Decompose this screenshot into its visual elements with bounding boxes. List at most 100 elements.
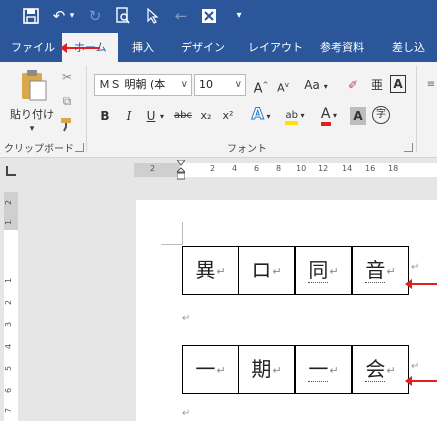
- ruler-tick: 5: [4, 365, 14, 372]
- ruler-tick: 14: [342, 164, 353, 173]
- group-separator: [416, 66, 417, 152]
- ribbon-home: 貼り付け ▾ ✂ ⧉ クリップボード ＭＳ 明朝 (本 ∨ 10 ∨ A^ Av…: [0, 62, 437, 158]
- margin-corner-mark: [161, 222, 183, 245]
- ruler-tick: 4: [232, 164, 238, 173]
- ruler-tick: 7: [4, 407, 14, 414]
- font-color-button[interactable]: A ▾: [316, 105, 342, 126]
- strikethrough-button[interactable]: abc: [172, 107, 194, 125]
- change-case-button[interactable]: Aa ▾: [300, 76, 332, 96]
- font-size-select[interactable]: 10 ∨: [194, 74, 246, 96]
- tab-design[interactable]: デザイン: [181, 33, 231, 62]
- table-cell[interactable]: 会↵: [352, 345, 409, 394]
- superscript-button[interactable]: x²: [220, 107, 236, 125]
- ruler-tick: 18: [388, 164, 399, 173]
- paste-dropdown-icon[interactable]: ▾: [26, 120, 38, 138]
- ruler-margin: [134, 163, 180, 177]
- cell-end-mark: ↵: [386, 364, 396, 377]
- excel-icon[interactable]: [200, 6, 218, 26]
- ruler-tick: 2: [150, 164, 156, 173]
- font-name-select[interactable]: ＭＳ 明朝 (本 ∨: [94, 74, 192, 96]
- undo-icon[interactable]: ↶: [50, 6, 68, 26]
- ruler-tick: 12: [318, 164, 329, 173]
- font-size-value: 10: [199, 78, 213, 91]
- shrink-font-button[interactable]: Av: [274, 76, 292, 98]
- shrink-font-label: A: [277, 81, 285, 95]
- cell-text: 音: [365, 258, 386, 283]
- row-end-mark: ↵: [411, 361, 420, 372]
- undo-dropdown-icon[interactable]: ▾: [68, 6, 76, 26]
- indent-marker-icon[interactable]: [175, 159, 187, 180]
- table-cell[interactable]: 一↵: [182, 345, 239, 394]
- table-cell[interactable]: 期↵: [238, 345, 295, 394]
- paragraph-icon[interactable]: ≡: [424, 76, 437, 94]
- ruler-tick: 8: [276, 164, 282, 173]
- copy-icon[interactable]: ⧉: [58, 92, 76, 110]
- ruler-tick: 10: [296, 164, 307, 173]
- table-cell[interactable]: ロ↵: [238, 246, 295, 295]
- chevron-down-icon: ∨: [180, 79, 188, 90]
- print-preview-icon[interactable]: [114, 6, 132, 26]
- clear-formatting-icon[interactable]: ✐: [344, 76, 362, 94]
- underline-button[interactable]: U: [144, 107, 158, 125]
- clipboard-dialog-launcher[interactable]: [75, 143, 84, 152]
- table-cell[interactable]: 一↵: [295, 345, 352, 394]
- change-case-label: Aa: [304, 78, 320, 92]
- redo-icon[interactable]: ↻: [86, 6, 104, 26]
- bold-button[interactable]: B: [98, 107, 112, 125]
- cell-end-mark: ↵: [272, 265, 282, 278]
- cell-text: 会: [365, 357, 386, 382]
- customize-icon[interactable]: ▾: [232, 6, 246, 26]
- cell-text: 一: [195, 357, 216, 381]
- group-separator: [86, 66, 87, 152]
- highlight-label: ab: [285, 110, 298, 125]
- cell-end-mark: ↵: [329, 364, 339, 377]
- ruler-tick: 4: [4, 343, 14, 350]
- tab-references[interactable]: 参考資料: [320, 33, 370, 62]
- subscript-button[interactable]: x₂: [198, 107, 214, 125]
- pointer-icon[interactable]: [144, 6, 162, 26]
- cut-icon[interactable]: ✂: [58, 68, 76, 86]
- grow-font-button[interactable]: A^: [252, 76, 270, 98]
- horizontal-ruler[interactable]: 2 2 4 6 8 10 12 14 16 18: [134, 159, 437, 180]
- cell-end-mark: ↵: [216, 265, 226, 278]
- cell-text: 異: [195, 258, 216, 282]
- font-dialog-launcher[interactable]: [404, 143, 413, 152]
- ruler-tick: 2: [4, 199, 14, 206]
- ruler-tick: 2: [4, 299, 14, 306]
- ruler-tick: 6: [4, 387, 14, 394]
- tab-selector-icon[interactable]: [6, 166, 16, 176]
- char-shading-button[interactable]: A: [350, 107, 366, 125]
- ruler-tick: 16: [365, 164, 376, 173]
- cell-end-mark: ↵: [272, 364, 282, 377]
- cell-end-mark: ↵: [216, 364, 226, 377]
- tab-file[interactable]: ファイル: [11, 33, 61, 62]
- clipboard-group-label: クリップボード: [4, 144, 74, 155]
- char-border-button[interactable]: A: [390, 75, 406, 93]
- cell-text: 同: [308, 258, 329, 283]
- italic-button[interactable]: I: [122, 107, 136, 125]
- phonetic-guide-icon[interactable]: 亜: [368, 76, 386, 94]
- table-cell[interactable]: 音↵: [352, 246, 409, 295]
- cell-text: ロ: [251, 258, 272, 282]
- tab-insert[interactable]: 挿入: [132, 33, 162, 62]
- annotation-arrow: [60, 43, 100, 53]
- tab-mailings[interactable]: 差し込: [392, 33, 437, 62]
- annotation-arrow: [405, 376, 437, 386]
- format-painter-icon[interactable]: [58, 116, 76, 137]
- paste-icon[interactable]: [18, 68, 48, 102]
- text-effects-label: A: [251, 104, 264, 123]
- table-cell[interactable]: 異↵: [182, 246, 239, 295]
- back-icon[interactable]: ←: [172, 6, 190, 26]
- save-icon[interactable]: [22, 6, 40, 26]
- tab-layout[interactable]: レイアウト: [248, 33, 304, 62]
- table-cell[interactable]: 同↵: [295, 246, 352, 295]
- highlight-button[interactable]: ab ▾: [282, 105, 308, 125]
- enclose-char-button[interactable]: 字: [372, 106, 390, 124]
- paragraph-mark: ↵: [182, 313, 191, 324]
- text-effects-button[interactable]: A ▾: [250, 104, 272, 126]
- cell-text: 一: [308, 357, 329, 382]
- ruler-tick: 3: [4, 321, 14, 328]
- vertical-ruler[interactable]: 2 1 1 2 3 4 5 6 7: [4, 192, 18, 421]
- underline-dropdown-icon[interactable]: ▾: [158, 108, 166, 126]
- document-page[interactable]: 異↵ ロ↵ 同↵ 音↵ ↵ ↵ 一↵ 期↵ 一↵ 会↵ ↵ ↵: [136, 200, 437, 421]
